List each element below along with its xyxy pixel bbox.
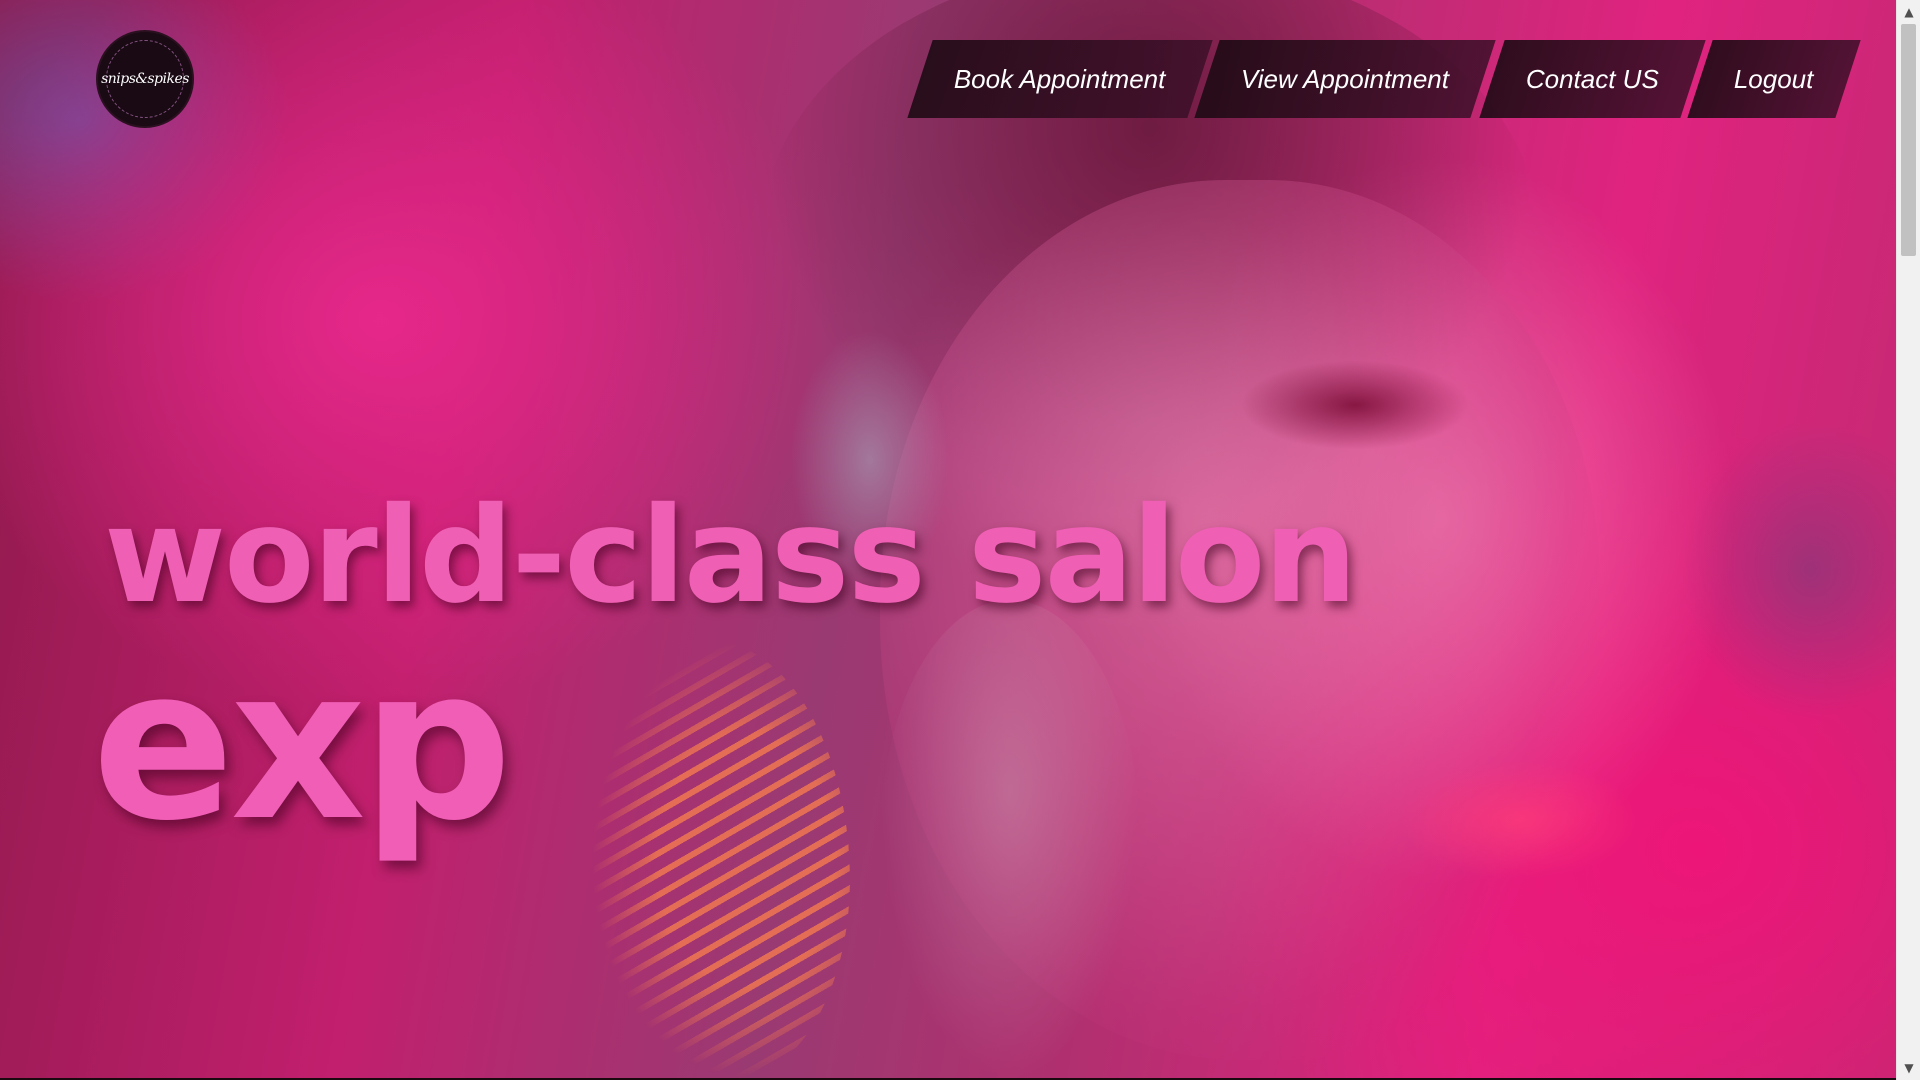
nav-book-appointment[interactable]: Book Appointment — [907, 40, 1213, 118]
hero-image-earring — [590, 640, 850, 1080]
main-nav: Book Appointment View Appointment Contac… — [907, 40, 1861, 118]
viewport: snips&spikes Book Appointment View Appoi… — [0, 0, 1896, 1080]
hero-image-eye — [1240, 360, 1470, 450]
nav-contact-us[interactable]: Contact US — [1478, 40, 1706, 118]
hero-image-lips — [1400, 760, 1640, 880]
hero-image-hand — [880, 600, 1140, 1080]
scrollbar-thumb[interactable] — [1901, 24, 1916, 256]
hero-typed-text: exp — [92, 622, 512, 867]
nav-view-appointment[interactable]: View Appointment — [1194, 40, 1497, 118]
hero-headline: world-class salon — [104, 479, 1357, 633]
nav-item-label: Book Appointment — [953, 63, 1166, 94]
nav-item-label: Logout — [1734, 63, 1814, 94]
salon-logo[interactable]: snips&spikes — [96, 30, 194, 128]
chevron-up-icon[interactable]: ▲ — [1897, 2, 1920, 22]
nav-item-label: Contact US — [1525, 63, 1659, 94]
chevron-down-icon[interactable]: ▼ — [1897, 1058, 1920, 1078]
nav-item-label: View Appointment — [1241, 63, 1450, 94]
vertical-scrollbar[interactable]: ▲ ▼ — [1896, 0, 1920, 1080]
nav-logout[interactable]: Logout — [1687, 40, 1861, 118]
hero-image-shoulder — [1680, 420, 1896, 720]
logo-text: snips&spikes — [101, 71, 189, 87]
